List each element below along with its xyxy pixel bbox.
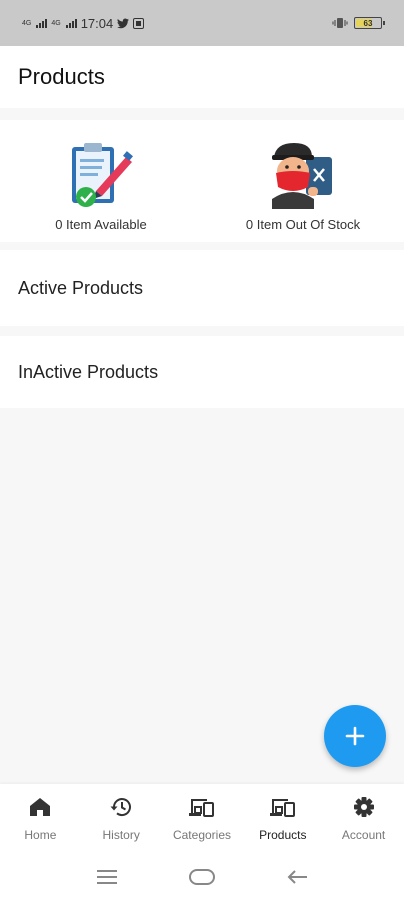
status-bar: 4G 4G 17:04 63 [0, 0, 404, 46]
gear-icon [353, 794, 375, 820]
available-stat[interactable]: 0 Item Available [0, 120, 202, 242]
stats-card: 0 Item Available 0 Item Out Of Stock [0, 120, 404, 242]
status-right: 63 [332, 17, 385, 29]
home-icon [29, 794, 51, 820]
out-of-stock-stat[interactable]: 0 Item Out Of Stock [202, 120, 404, 242]
signal-icon [65, 18, 77, 28]
status-time: 17:04 [80, 15, 114, 31]
home-button[interactable] [188, 869, 215, 885]
recents-button[interactable] [96, 870, 118, 884]
twitter-icon [117, 17, 130, 28]
out-of-stock-label: 0 Item Out Of Stock [245, 217, 361, 232]
network-type: 4G [22, 19, 32, 27]
nav-history[interactable]: History [81, 784, 162, 854]
status-left: 4G 4G 17:04 [22, 15, 145, 31]
add-product-button[interactable] [324, 705, 386, 767]
inactive-products-item[interactable]: InActive Products [0, 336, 404, 408]
bandit-out-of-stock-icon [266, 136, 340, 211]
devices-icon [269, 794, 296, 820]
page-title: Products [18, 64, 105, 89]
nav-categories-label: Categories [172, 828, 231, 842]
signal-icon [36, 18, 48, 28]
nav-home[interactable]: Home [0, 784, 81, 854]
nav-account-label: Account [341, 828, 386, 842]
inactive-products-label: InActive Products [18, 361, 159, 382]
nav-categories[interactable]: Categories [162, 784, 243, 854]
system-nav-bar [0, 854, 404, 900]
battery-level: 63 [363, 18, 373, 28]
app-header: Products [0, 46, 404, 108]
clipboard-check-icon [66, 136, 136, 211]
back-arrow-icon [287, 870, 308, 884]
devices-icon [188, 794, 215, 820]
nav-products-label: Products [259, 828, 307, 842]
menu-icon [96, 870, 117, 884]
nav-home-label: Home [24, 828, 57, 842]
history-icon [109, 794, 133, 820]
bottom-nav: Home History Categories Products Account [0, 784, 404, 854]
nav-history-label: History [102, 828, 140, 842]
active-products-item[interactable]: Active Products [0, 250, 404, 326]
back-button[interactable] [286, 869, 308, 885]
active-products-label: Active Products [18, 277, 144, 298]
network-type: 4G [51, 19, 61, 27]
plus-icon [345, 726, 365, 746]
vibrate-icon [332, 18, 348, 28]
available-label: 0 Item Available [55, 217, 147, 232]
nav-products[interactable]: Products [242, 784, 323, 854]
nav-account[interactable]: Account [323, 784, 404, 854]
notification-icon [133, 17, 145, 29]
battery-icon: 63 [354, 17, 385, 29]
home-pill-icon [188, 869, 215, 885]
